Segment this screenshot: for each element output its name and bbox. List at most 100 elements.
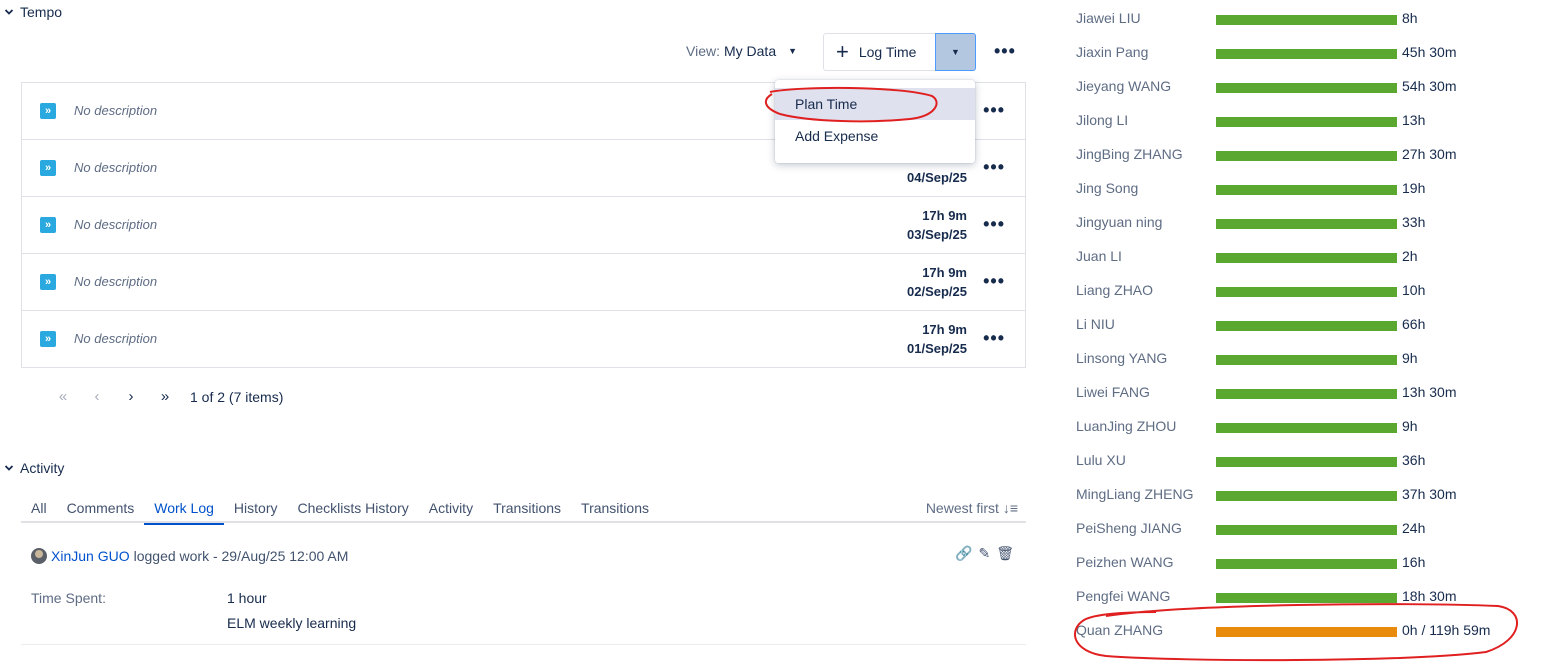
table-row[interactable]: » No description 17h 9m 02/Sep/25 ••• xyxy=(22,254,1025,311)
user-name: Jilong LI xyxy=(1076,112,1129,128)
issue-type-icon: » xyxy=(40,160,56,176)
tempo-toolbar: View: My Data ▼ + Log Time ▼ ••• xyxy=(0,33,1026,73)
tab-transitions[interactable]: Transitions xyxy=(571,497,659,523)
user-name: LuanJing ZHOU xyxy=(1076,418,1177,434)
user-time-row: Lulu XU 36h xyxy=(1076,446,1536,468)
time-progress-fill xyxy=(1216,49,1397,59)
next-page-icon[interactable]: › xyxy=(114,388,148,405)
last-page-icon[interactable]: » xyxy=(148,388,182,405)
time-progress-bar xyxy=(1216,117,1397,127)
user-name: Peizhen WANG xyxy=(1076,554,1174,570)
user-name: Liwei FANG xyxy=(1076,384,1150,400)
worklog-description: No description xyxy=(74,103,158,118)
time-progress-bar xyxy=(1216,389,1397,399)
worklog-description: No description xyxy=(74,160,158,175)
tempo-section-toggle[interactable]: Tempo xyxy=(4,4,62,20)
user-time: 45h 30m xyxy=(1402,44,1457,60)
worklog-comment: ELM weekly learning xyxy=(227,615,357,631)
tab-activity[interactable]: Activity xyxy=(419,497,483,523)
user-name: Jing Song xyxy=(1076,180,1139,196)
worklog-description: No description xyxy=(74,217,158,232)
user-time-row: Linsong YANG 9h xyxy=(1076,344,1536,366)
log-time-dropdown-toggle[interactable]: ▼ xyxy=(935,33,976,71)
user-link[interactable]: XinJun GUO xyxy=(51,548,130,564)
user-time: 13h 30m xyxy=(1402,384,1457,400)
user-time: 54h 30m xyxy=(1402,78,1457,94)
tab-transitions[interactable]: Transitions xyxy=(483,497,571,523)
caret-down-icon: ▼ xyxy=(951,47,960,57)
time-progress-fill xyxy=(1216,219,1397,229)
user-time: 27h 30m xyxy=(1402,146,1457,162)
time-progress-bar xyxy=(1216,15,1397,25)
view-label: View: xyxy=(686,43,720,59)
user-time: 37h 30m xyxy=(1402,486,1457,502)
user-name: Liang ZHAO xyxy=(1076,282,1154,298)
more-options-icon[interactable]: ••• xyxy=(983,328,1005,349)
tab-all[interactable]: All xyxy=(21,497,57,523)
time-progress-bar xyxy=(1216,593,1397,603)
time-progress-fill xyxy=(1216,185,1397,195)
user-time-row: Jieyang WANG 54h 30m xyxy=(1076,72,1536,94)
issue-type-icon: » xyxy=(40,274,56,290)
entry-action: logged work - 29/Aug/25 12:00 AM xyxy=(133,548,349,564)
user-time-row: Liang ZHAO 10h xyxy=(1076,276,1536,298)
time-progress-fill xyxy=(1216,389,1397,399)
pagination-info: 1 of 2 (7 items) xyxy=(190,388,284,405)
time-progress-fill xyxy=(1216,355,1397,365)
more-options-icon[interactable]: ••• xyxy=(983,271,1005,292)
time-progress-bar xyxy=(1216,491,1397,501)
time-progress-fill xyxy=(1216,117,1397,127)
table-row[interactable]: » No description 17h 9m 01/Sep/25 ••• xyxy=(22,311,1025,367)
user-name: Pengfei WANG xyxy=(1076,588,1171,604)
more-options-icon[interactable]: ••• xyxy=(983,157,1005,178)
user-time: 13h xyxy=(1402,112,1426,128)
worklog-entry: XinJun GUO logged work - 29/Aug/25 12:00… xyxy=(21,530,1026,645)
more-options-icon[interactable]: ••• xyxy=(994,41,1016,62)
worklog-date: 02/Sep/25 xyxy=(907,284,967,299)
time-progress-fill xyxy=(1216,253,1397,263)
user-time-row: MingLiang ZHENG 37h 30m xyxy=(1076,480,1536,502)
time-progress-bar xyxy=(1216,185,1397,195)
tab-history[interactable]: History xyxy=(224,497,288,523)
user-time-row: Jiawei LIU 8h xyxy=(1076,4,1536,26)
chevron-down-icon xyxy=(4,9,14,15)
tab-work-log[interactable]: Work Log xyxy=(144,497,224,525)
avatar[interactable] xyxy=(31,548,47,564)
time-progress-fill xyxy=(1216,491,1397,501)
log-time-menu: Plan Time Add Expense xyxy=(775,80,975,163)
activity-section-toggle[interactable]: Activity xyxy=(4,460,64,476)
time-progress-fill xyxy=(1216,593,1397,603)
user-time: 66h xyxy=(1402,316,1426,332)
link-icon[interactable]: 🔗 xyxy=(955,545,972,562)
time-progress-bar xyxy=(1216,219,1397,229)
table-row[interactable]: » No description 17h 9m 03/Sep/25 ••• xyxy=(22,197,1025,254)
worklog-date: 01/Sep/25 xyxy=(907,341,967,356)
time-progress-bar xyxy=(1216,83,1397,93)
issue-type-icon: » xyxy=(40,217,56,233)
user-time-row: Jiaxin Pang 45h 30m xyxy=(1076,38,1536,60)
user-time-row: Liwei FANG 13h 30m xyxy=(1076,378,1536,400)
tab-checklists-history[interactable]: Checklists History xyxy=(287,497,418,523)
worklog-duration: 17h 9m xyxy=(922,208,967,223)
time-progress-fill xyxy=(1216,83,1397,93)
user-time: 16h xyxy=(1402,554,1426,570)
entry-header: XinJun GUO logged work - 29/Aug/25 12:00… xyxy=(31,548,348,564)
delete-icon[interactable]: 🗑 xyxy=(996,545,1014,562)
more-options-icon[interactable]: ••• xyxy=(983,214,1005,235)
user-time: 2h xyxy=(1402,248,1418,264)
user-time: 10h xyxy=(1402,282,1426,298)
first-page-icon[interactable]: « xyxy=(46,388,80,405)
more-options-icon[interactable]: ••• xyxy=(983,100,1005,121)
view-select[interactable]: View: My Data ▼ xyxy=(686,43,797,59)
menu-item-add-expense[interactable]: Add Expense xyxy=(775,120,975,152)
prev-page-icon[interactable]: ‹ xyxy=(80,388,114,405)
pagination: « ‹ › » 1 of 2 (7 items) xyxy=(46,388,284,405)
edit-icon[interactable]: ✎ xyxy=(978,545,990,562)
sort-icon: ↓≡ xyxy=(1002,500,1018,516)
tab-comments[interactable]: Comments xyxy=(57,497,145,523)
log-time-button[interactable]: + Log Time xyxy=(823,33,937,71)
caret-down-icon: ▼ xyxy=(788,46,798,56)
sort-toggle[interactable]: Newest first ↓≡ xyxy=(926,500,1018,516)
view-value: My Data xyxy=(723,43,777,59)
menu-item-plan-time[interactable]: Plan Time xyxy=(775,88,975,120)
